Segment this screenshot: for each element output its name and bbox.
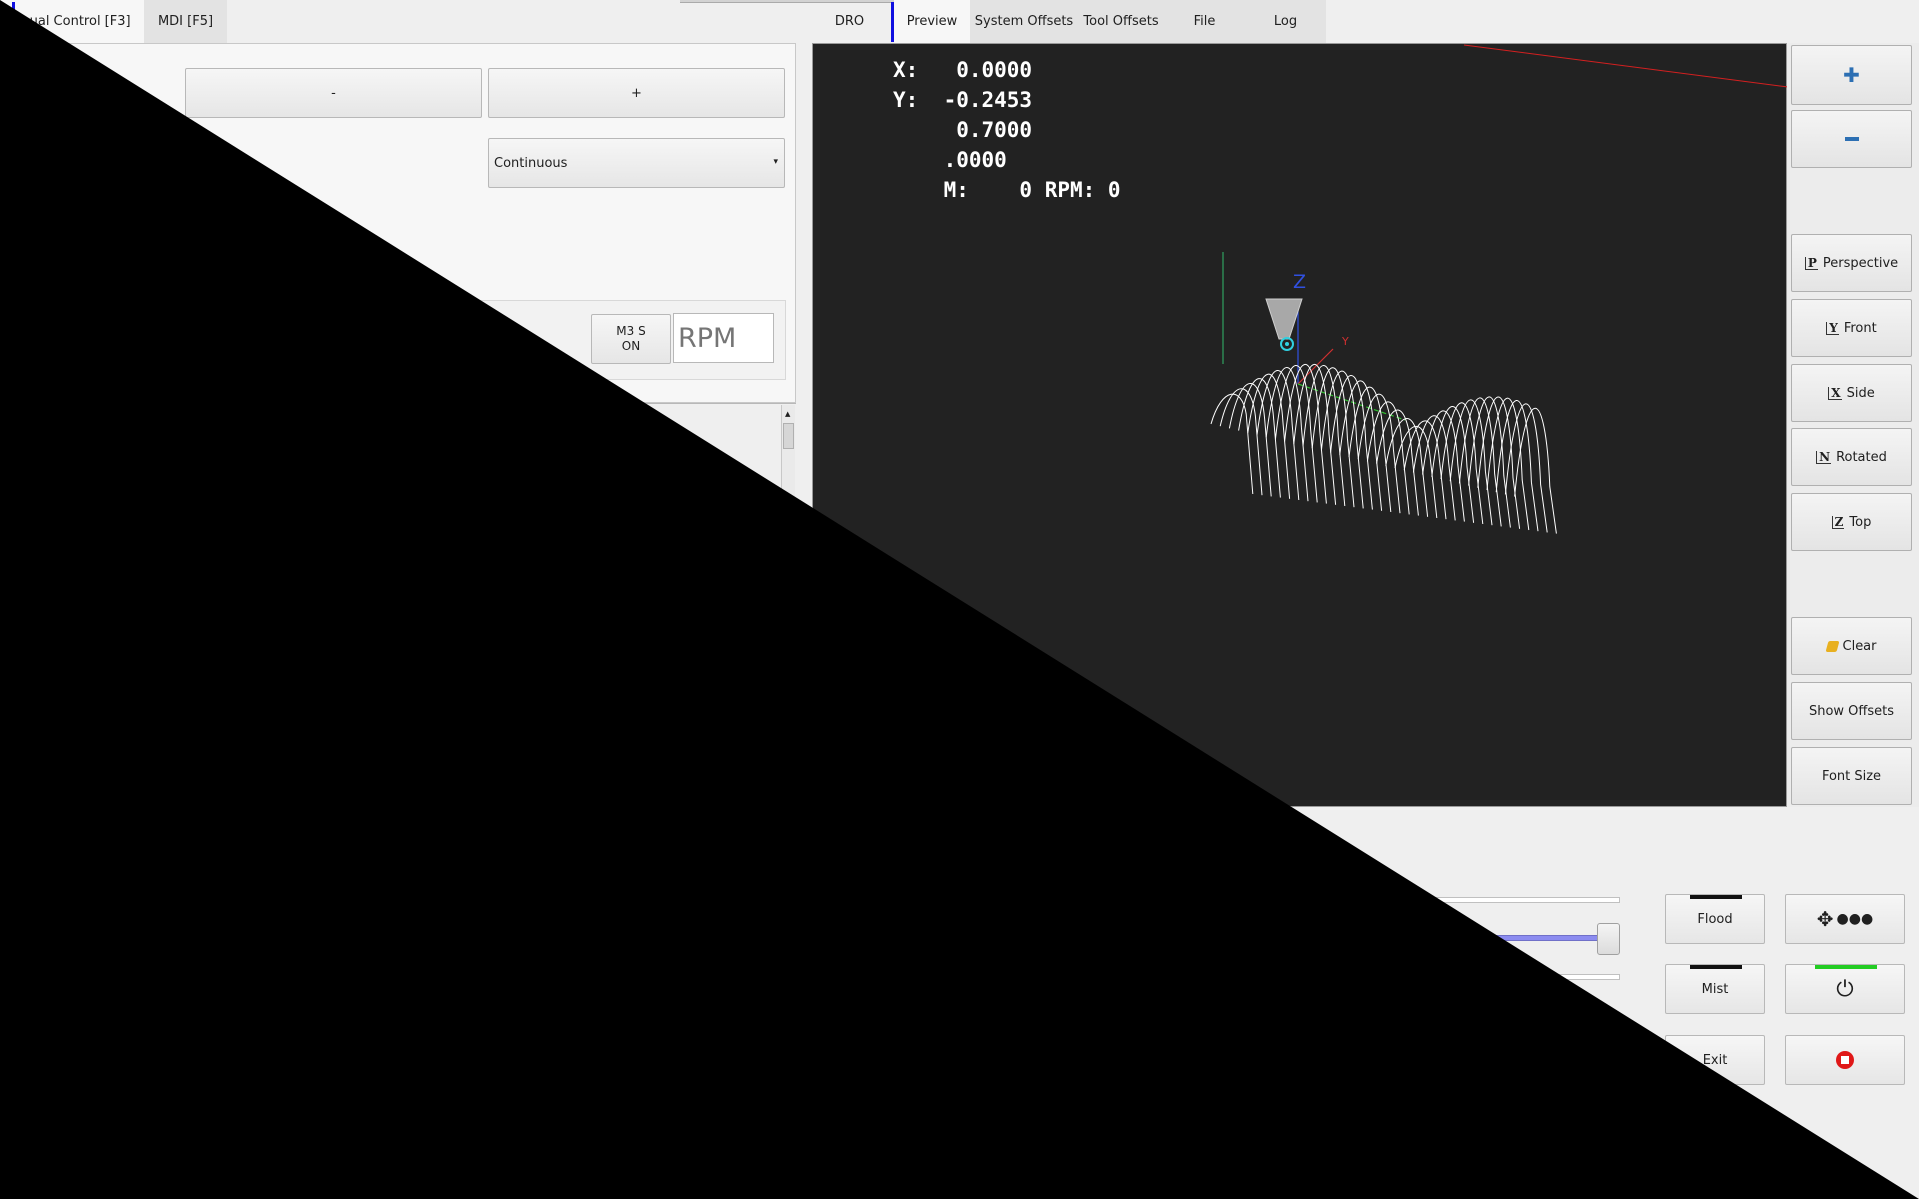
power-indicator: [1815, 965, 1877, 969]
estop-button[interactable]: [1785, 1035, 1905, 1085]
bottom-panel: [0, 807, 1919, 1199]
perspective-label: Perspective: [1822, 255, 1899, 271]
panel-divider: [0, 403, 796, 404]
tab-dro[interactable]: DRO: [813, 0, 886, 43]
jog-mode-select[interactable]: Continuous ▾: [488, 138, 785, 188]
tab-file-label: File: [1193, 14, 1216, 29]
y-axis-label: Y: [1341, 335, 1349, 348]
perspective-view-icon: P: [1804, 256, 1818, 270]
mist-indicator: [1690, 965, 1742, 969]
exit-button[interactable]: Exit: [1665, 1035, 1765, 1085]
machine-power-button[interactable]: ⏻: [1785, 964, 1905, 1014]
tab-preview[interactable]: Preview: [894, 0, 970, 43]
tab-log[interactable]: Log: [1245, 0, 1326, 43]
slider-handle[interactable]: [1597, 923, 1620, 955]
m3-spindle-on-button[interactable]: M3 S ON: [591, 314, 671, 364]
dro-rpm-readout: M: 0 RPM: 0: [893, 178, 1121, 202]
view-side-button[interactable]: X Side: [1791, 364, 1912, 422]
font-size-button[interactable]: Font Size: [1791, 747, 1912, 805]
tab-tool-offsets-label: Tool Offsets: [1083, 14, 1159, 29]
active-tab-marker: [12, 2, 15, 42]
move-arrows-icon: ✥: [1816, 907, 1834, 931]
dro-x-readout: X: 0.0000: [893, 58, 1033, 82]
flood-label: Flood: [1697, 911, 1733, 927]
toolpath-segment: [1330, 375, 1373, 510]
tab-tool-offsets[interactable]: Tool Offsets: [1078, 0, 1164, 43]
tab-manual-control[interactable]: anual Control [F3]: [0, 0, 144, 43]
tab-preview-label: Preview: [906, 14, 958, 29]
tab-file[interactable]: File: [1164, 0, 1245, 43]
mist-button[interactable]: Mist: [1665, 964, 1765, 1014]
show-offsets-label: Show Offsets: [1808, 703, 1895, 719]
top-label: Top: [1849, 514, 1872, 530]
toolpath-segment: [1431, 406, 1475, 523]
front-view-icon: Y: [1826, 321, 1839, 335]
show-offsets-button[interactable]: Show Offsets: [1791, 682, 1912, 740]
tab-mdi-label: MDI [F5]: [157, 14, 214, 29]
clear-label: Clear: [1842, 638, 1877, 654]
home-all-button[interactable]: ✥ ●●●: [1785, 894, 1905, 944]
flood-button[interactable]: Flood: [1665, 894, 1765, 944]
view-front-button[interactable]: Y Front: [1791, 299, 1912, 357]
font-size-label: Font Size: [1821, 768, 1882, 784]
toolpath-segment: [1210, 393, 1254, 495]
exit-label: Exit: [1702, 1052, 1728, 1068]
mist-label: Mist: [1701, 981, 1729, 997]
jog-mode-value: Continuous: [494, 155, 568, 171]
toolpath-segment: [1219, 388, 1263, 496]
rpm-input[interactable]: [673, 313, 774, 363]
rotated-view-icon: N: [1816, 450, 1832, 464]
toolpath-segment: [1320, 370, 1364, 509]
override-slider-3[interactable]: [1400, 974, 1620, 980]
dro-a-readout: .0000: [893, 148, 1007, 172]
override-slider-1[interactable]: [1400, 897, 1620, 903]
view-rotated-button[interactable]: N Rotated: [1791, 428, 1912, 486]
z-axis-label: Z: [1293, 271, 1306, 293]
override-slider-2-fill: [1400, 935, 1610, 941]
top-view-icon: Z: [1831, 515, 1845, 529]
jog-plus-button[interactable]: +: [488, 68, 785, 118]
front-label: Front: [1843, 320, 1877, 336]
toolpath-segment: [1238, 378, 1281, 498]
zoom-in-button[interactable]: ✚: [1791, 45, 1912, 105]
toolpath-segment: [1228, 383, 1272, 497]
chevron-down-icon: ▾: [773, 157, 778, 167]
flood-indicator: [1690, 895, 1742, 899]
jog-minus-button[interactable]: -: [185, 68, 482, 118]
tab-manual-label: anual Control [F3]: [13, 14, 131, 29]
tab-system-offsets[interactable]: System Offsets: [970, 0, 1078, 43]
scrollbar-thumb[interactable]: [783, 423, 794, 449]
jog-plus-label: +: [631, 85, 642, 101]
side-view-icon: X: [1828, 386, 1842, 400]
stop-icon: [1836, 1051, 1854, 1069]
zoom-out-button[interactable]: [1791, 110, 1912, 168]
broom-icon: [1825, 640, 1839, 652]
clear-preview-button[interactable]: Clear: [1791, 617, 1912, 675]
rotated-label: Rotated: [1836, 449, 1887, 465]
dro-z-readout: 0.7000: [893, 118, 1033, 142]
m3-spindle-label: M3 S ON: [616, 324, 646, 353]
scrollbar[interactable]: ▲: [781, 405, 795, 505]
power-icon: ⏻: [1836, 976, 1854, 1002]
tab-system-offsets-label: System Offsets: [974, 14, 1074, 29]
side-label: Side: [1846, 385, 1875, 401]
dro-y-readout: Y: -0.2453: [893, 88, 1033, 112]
zoom-in-icon: ✚: [1843, 63, 1860, 87]
tab-mdi[interactable]: MDI [F5]: [144, 0, 227, 43]
toolpath-segment: [1311, 367, 1355, 508]
zoom-out-icon: [1844, 137, 1859, 141]
tab-dro-label: DRO: [834, 14, 865, 29]
view-perspective-button[interactable]: P Perspective: [1791, 234, 1912, 292]
view-top-button[interactable]: Z Top: [1791, 493, 1912, 551]
more-dots-icon: ●●●: [1836, 911, 1874, 927]
jog-minus-label: -: [331, 85, 336, 101]
scroll-up-icon[interactable]: ▲: [785, 410, 790, 418]
tab-log-label: Log: [1273, 14, 1298, 29]
